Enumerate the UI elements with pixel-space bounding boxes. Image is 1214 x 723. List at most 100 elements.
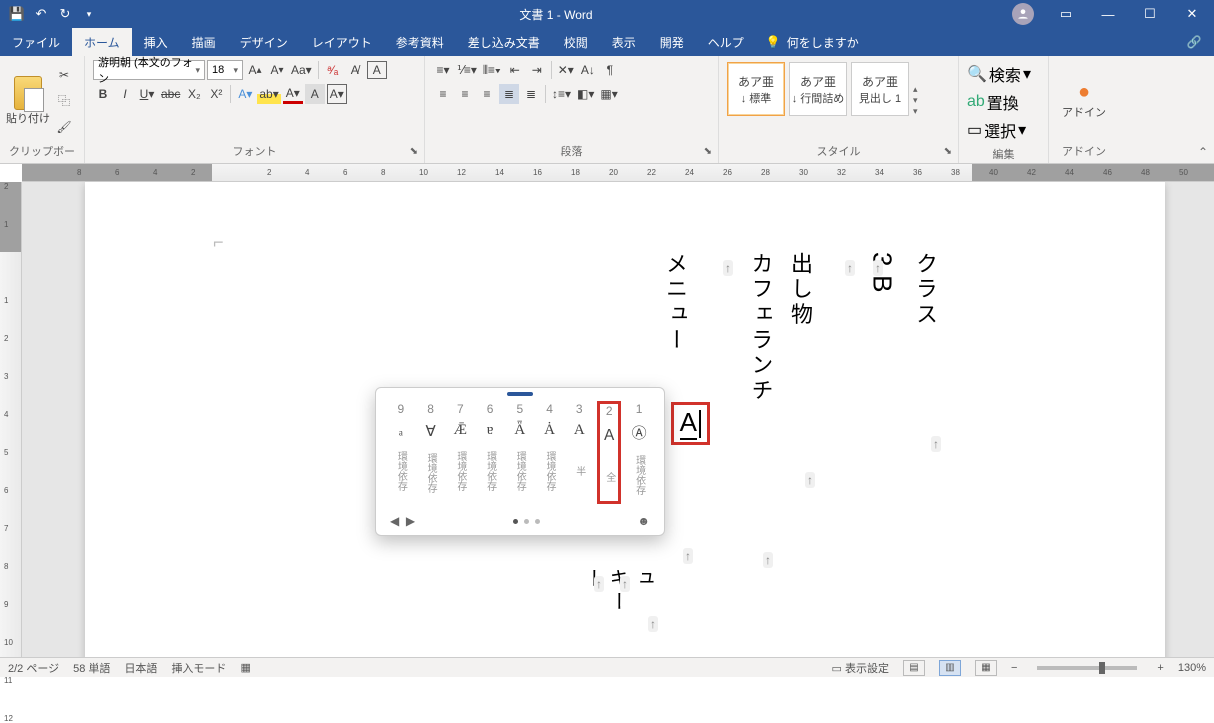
tell-me-search[interactable]: 💡 何をしますか bbox=[766, 28, 1174, 56]
underline-button[interactable]: U▾ bbox=[137, 84, 157, 104]
clear-formatting-button[interactable]: A̸ bbox=[345, 60, 365, 80]
undo-icon[interactable]: ↶ bbox=[30, 3, 52, 25]
sort-button[interactable]: A↓ bbox=[578, 60, 598, 80]
styles-gallery-expand[interactable]: ▴▾▾ bbox=[913, 62, 927, 139]
tab-view[interactable]: 表示 bbox=[600, 28, 648, 56]
line-spacing-button[interactable]: ↕≡▾ bbox=[550, 84, 573, 104]
tab-layout[interactable]: レイアウト bbox=[300, 28, 384, 56]
strikethrough-button[interactable]: abc bbox=[159, 84, 182, 104]
cut-button[interactable]: ✂ bbox=[54, 65, 74, 85]
ime-candidate-3[interactable]: 3A半 bbox=[568, 402, 590, 503]
tab-references[interactable]: 参考資料 bbox=[384, 28, 456, 56]
phonetic-guide-button[interactable]: ᵃ⁄ₐ bbox=[323, 60, 343, 80]
multilevel-list-button[interactable]: ⫴≡▾ bbox=[481, 60, 503, 80]
status-words[interactable]: 58 単語 bbox=[73, 660, 110, 676]
shrink-font-button[interactable]: A▾ bbox=[267, 60, 287, 80]
bold-button[interactable]: B bbox=[93, 84, 113, 104]
save-icon[interactable]: 💾 bbox=[6, 3, 28, 25]
font-name-input[interactable]: 游明朝 (本文のフォン▾ bbox=[93, 60, 205, 80]
find-button[interactable]: 🔍検索▾ bbox=[967, 62, 1040, 86]
grow-font-button[interactable]: A▴ bbox=[245, 60, 265, 80]
minimize-icon[interactable]: — bbox=[1088, 0, 1128, 28]
tab-mailings[interactable]: 差し込み文書 bbox=[456, 28, 552, 56]
shading-button[interactable]: ◧▾ bbox=[575, 84, 596, 104]
ribbon-display-icon[interactable]: ▭ bbox=[1046, 0, 1086, 28]
style-normal[interactable]: あア亜 ↓ 標準 bbox=[727, 62, 785, 116]
text-effects-button[interactable]: A▾ bbox=[235, 84, 255, 104]
dialog-launcher-icon[interactable]: ⬊ bbox=[704, 143, 712, 161]
status-language[interactable]: 日本語 bbox=[124, 660, 157, 676]
copy-button[interactable]: ⿻ bbox=[54, 91, 74, 111]
change-case-button[interactable]: Aa▾ bbox=[289, 60, 314, 80]
highlight-button[interactable]: ab▾ bbox=[257, 84, 280, 104]
view-read-mode[interactable]: ▤ bbox=[903, 660, 925, 676]
ime-prev-icon[interactable]: ◀ bbox=[390, 514, 399, 528]
ime-candidate-8[interactable]: 8∀環境依存 bbox=[420, 402, 442, 503]
display-settings[interactable]: ▭ 表示設定 bbox=[832, 660, 889, 676]
char-border-button[interactable]: A▾ bbox=[327, 84, 347, 104]
numbering-button[interactable]: ⅟≡▾ bbox=[455, 60, 479, 80]
zoom-in-button[interactable]: + bbox=[1157, 662, 1163, 674]
ime-candidate-9[interactable]: 9ₐ環境依存 bbox=[390, 402, 412, 503]
ime-next-icon[interactable]: ▶ bbox=[406, 514, 415, 528]
subscript-button[interactable]: X₂ bbox=[184, 84, 204, 104]
increase-indent-button[interactable]: ⇥ bbox=[527, 60, 547, 80]
borders-button[interactable]: ▦▾ bbox=[598, 84, 619, 104]
align-center-button[interactable]: ≡ bbox=[455, 84, 475, 104]
ime-candidate-5[interactable]: 5Ǟ環境依存 bbox=[509, 402, 531, 503]
tab-review[interactable]: 校閲 bbox=[552, 28, 600, 56]
share-button[interactable]: 🔗 bbox=[1174, 28, 1214, 56]
select-button[interactable]: ▭選択▾ bbox=[967, 118, 1040, 142]
tab-draw[interactable]: 描画 bbox=[180, 28, 228, 56]
horizontal-ruler[interactable]: 8642246810121416182022242628303234363840… bbox=[22, 164, 1214, 182]
font-size-input[interactable]: 18▾ bbox=[207, 60, 243, 80]
ime-candidate-6[interactable]: 6ɐ環境依存 bbox=[479, 402, 501, 503]
paste-button[interactable]: 貼り付け bbox=[4, 71, 52, 131]
ime-candidate-4[interactable]: 4Ȧ環境依存 bbox=[539, 402, 561, 503]
tab-file[interactable]: ファイル bbox=[0, 28, 72, 56]
justify-button[interactable]: ≣ bbox=[499, 84, 519, 104]
ime-candidate-7[interactable]: 7Ǣ環境依存 bbox=[449, 402, 471, 503]
page[interactable]: ⌐ クラス 3-B ↑ ↑ 出し物 カフェランチ ↑ ↑ ↑ メニュー ↑ ↑ … bbox=[85, 182, 1165, 657]
zoom-level[interactable]: 130% bbox=[1178, 662, 1206, 674]
status-insert-mode[interactable]: 挿入モード bbox=[171, 660, 226, 676]
bullets-button[interactable]: ≡▾ bbox=[433, 60, 453, 80]
zoom-out-button[interactable]: − bbox=[1011, 662, 1017, 674]
tab-home[interactable]: ホーム bbox=[72, 28, 132, 56]
account-avatar[interactable] bbox=[1012, 3, 1034, 25]
ime-grip[interactable] bbox=[507, 392, 533, 396]
tab-design[interactable]: デザイン bbox=[228, 28, 300, 56]
tab-help[interactable]: ヘルプ bbox=[696, 28, 756, 56]
collapse-ribbon-icon[interactable]: ⌃ bbox=[1198, 145, 1208, 159]
char-shading-button[interactable]: A bbox=[305, 84, 325, 104]
ime-candidate-2[interactable]: 2Ａ全 bbox=[598, 402, 620, 503]
distribute-button[interactable]: ≣ bbox=[521, 84, 541, 104]
format-painter-button[interactable]: 🖌 bbox=[54, 117, 74, 137]
ime-candidate-1[interactable]: 1Ⓐ環境依存 bbox=[628, 402, 650, 503]
italic-button[interactable]: I bbox=[115, 84, 135, 104]
ime-composition[interactable]: A bbox=[671, 402, 710, 445]
macro-icon[interactable]: ▦ bbox=[240, 661, 250, 674]
close-icon[interactable]: ✕ bbox=[1172, 0, 1212, 28]
view-print-layout[interactable]: ▥ bbox=[939, 660, 961, 676]
dialog-launcher-icon[interactable]: ⬊ bbox=[410, 143, 418, 161]
replace-button[interactable]: ab置換 bbox=[967, 90, 1040, 114]
font-color-button[interactable]: A▾ bbox=[283, 84, 303, 104]
style-nospacing[interactable]: あア亜 ↓ 行間詰め bbox=[789, 62, 847, 116]
align-right-button[interactable]: ≡ bbox=[477, 84, 497, 104]
redo-icon[interactable]: ↻ bbox=[54, 3, 76, 25]
zoom-slider[interactable] bbox=[1037, 666, 1137, 670]
qat-customize-icon[interactable]: ▾ bbox=[78, 3, 100, 25]
status-page[interactable]: 2/2 ページ bbox=[8, 660, 59, 676]
maximize-icon[interactable]: ☐ bbox=[1130, 0, 1170, 28]
asian-layout-button[interactable]: ✕▾ bbox=[556, 60, 576, 80]
align-left-button[interactable]: ≡ bbox=[433, 84, 453, 104]
tab-developer[interactable]: 開発 bbox=[648, 28, 696, 56]
dialog-launcher-icon[interactable]: ⬊ bbox=[944, 143, 952, 161]
enclose-char-button[interactable]: A bbox=[367, 61, 387, 79]
style-heading1[interactable]: あア亜 見出し 1 bbox=[851, 62, 909, 116]
superscript-button[interactable]: X² bbox=[206, 84, 226, 104]
vertical-ruler[interactable]: 21123456789101112 bbox=[0, 182, 22, 657]
ime-candidate-panel[interactable]: 9ₐ環境依存 8∀環境依存 7Ǣ環境依存 6ɐ環境依存 5Ǟ環境依存 4Ȧ環境依存 3A半 2… bbox=[375, 387, 665, 536]
addins-button[interactable]: ● アドイン bbox=[1060, 71, 1108, 131]
